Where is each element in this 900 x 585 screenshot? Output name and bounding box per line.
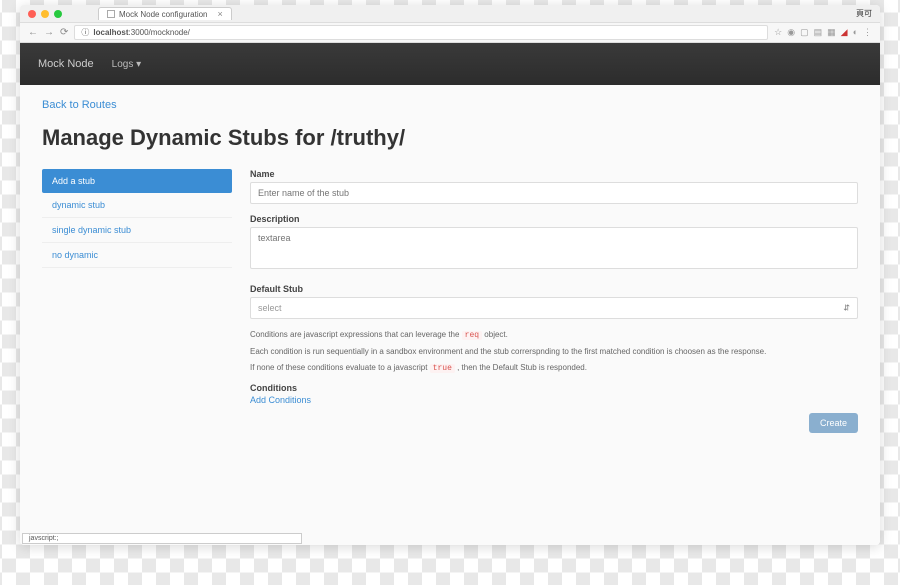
default-stub-label: Default Stub [250, 284, 858, 294]
tab-title: Mock Node configuration [119, 10, 208, 19]
extension-icon-4[interactable]: ◢ [841, 27, 848, 38]
sidebar-item-single-dynamic-stub[interactable]: single dynamic stub [42, 218, 232, 243]
help-text-2: Each condition is run sequentially in a … [250, 346, 858, 359]
address-bar: ← → ⟳ ⓘ localhost:3000/mocknode/ ☆ ◉ ▢ ▤… [20, 23, 880, 43]
shield-icon[interactable]: ◉ [787, 27, 795, 38]
description-label: Description [250, 214, 858, 224]
description-textarea[interactable] [250, 227, 858, 269]
default-stub-select[interactable]: select [250, 297, 858, 319]
sidebar-item-no-dynamic[interactable]: no dynamic [42, 243, 232, 268]
chevron-down-icon: ▾ [136, 59, 141, 70]
titlebar: Mock Node configuration × 頁可 [20, 5, 880, 23]
extension-icon-5[interactable]: ◐ [853, 27, 858, 38]
conditions-label: Conditions [250, 383, 858, 393]
help-text-1: Conditions are javascript expressions th… [250, 329, 858, 343]
info-icon: ⓘ [81, 27, 89, 38]
close-window-button[interactable] [28, 10, 36, 18]
star-icon[interactable]: ☆ [774, 27, 782, 38]
statusbar: javscript:; [22, 533, 302, 544]
code-req: req [462, 331, 482, 340]
create-button[interactable]: Create [809, 413, 858, 433]
extension-icon-3[interactable]: ▦ [827, 27, 836, 38]
sidebar: Add a stub dynamic stub single dynamic s… [42, 169, 232, 433]
url-host: localhost [93, 28, 128, 37]
forward-button[interactable]: → [44, 27, 54, 38]
app-header: Mock Node Logs ▾ [20, 43, 880, 85]
add-conditions-link[interactable]: Add Conditions [250, 395, 858, 405]
page-title: Manage Dynamic Stubs for /truthy/ [42, 125, 858, 151]
reload-button[interactable]: ⟳ [60, 27, 68, 38]
menu-icon[interactable]: ⋮ [863, 27, 872, 38]
sidebar-item-add-stub[interactable]: Add a stub [42, 169, 232, 193]
extension-icon[interactable]: ▢ [800, 27, 809, 38]
extension-icon-2[interactable]: ▤ [814, 27, 823, 38]
code-true: true [430, 364, 455, 373]
content: Back to Routes Manage Dynamic Stubs for … [20, 85, 880, 545]
nav-logs-label: Logs [112, 59, 134, 70]
close-tab-icon[interactable]: × [218, 9, 223, 19]
minimize-window-button[interactable] [41, 10, 49, 18]
titlebar-right-text: 頁可 [856, 8, 872, 19]
layout: Add a stub dynamic stub single dynamic s… [42, 169, 858, 433]
name-input[interactable] [250, 182, 858, 204]
toolbar-icons: ☆ ◉ ▢ ▤ ▦ ◢ ◐ ⋮ [774, 27, 872, 38]
help-text-3: If none of these conditions evaluate to … [250, 362, 858, 376]
nav-logs[interactable]: Logs ▾ [112, 59, 142, 70]
form: Name Description Default Stub select ⇵ C… [250, 169, 858, 433]
back-to-routes-link[interactable]: Back to Routes [42, 99, 858, 111]
back-button[interactable]: ← [28, 27, 38, 38]
tab-strip: Mock Node configuration × [98, 7, 232, 20]
brand[interactable]: Mock Node [38, 58, 94, 70]
url-path: :3000/mocknode/ [129, 28, 190, 37]
sidebar-item-dynamic-stub[interactable]: dynamic stub [42, 193, 232, 218]
browser-tab[interactable]: Mock Node configuration × [98, 7, 232, 20]
name-label: Name [250, 169, 858, 179]
page-icon [107, 10, 115, 18]
url-input[interactable]: ⓘ localhost:3000/mocknode/ [74, 25, 768, 40]
browser-window: Mock Node configuration × 頁可 ← → ⟳ ⓘ loc… [20, 5, 880, 545]
maximize-window-button[interactable] [54, 10, 62, 18]
traffic-lights [28, 10, 62, 18]
